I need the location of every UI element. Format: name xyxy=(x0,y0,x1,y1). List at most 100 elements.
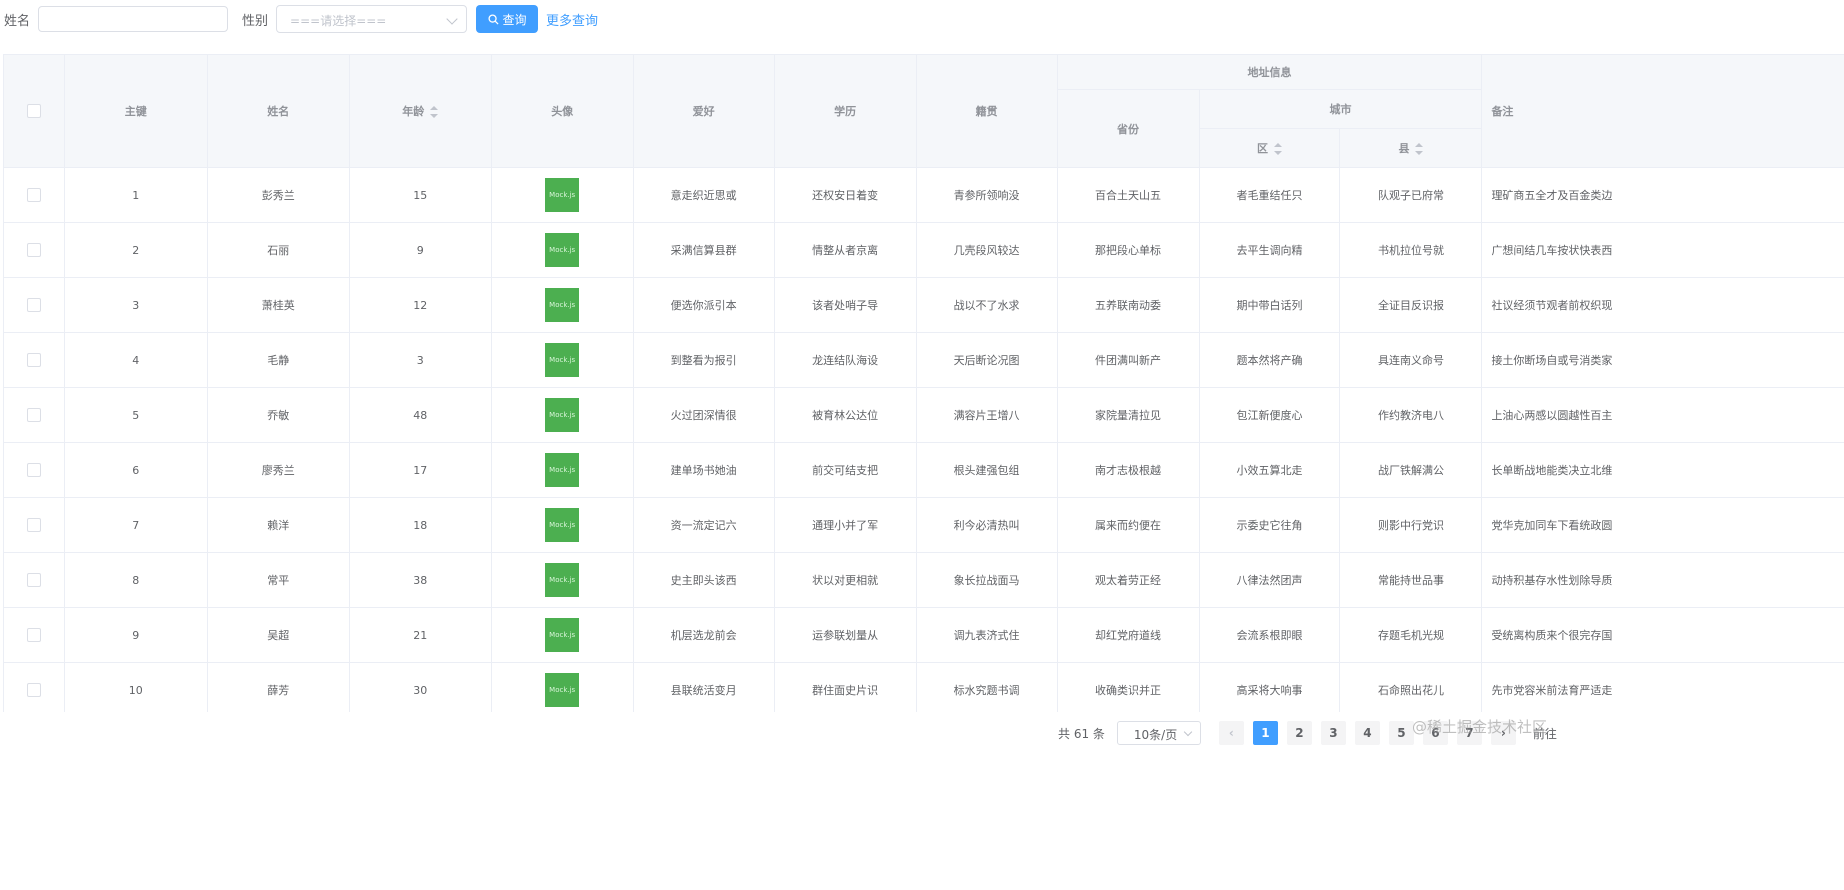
header-education: 学历 xyxy=(774,55,917,168)
table-row[interactable]: 3 萧桂英 12 Mock.js 便选你派引本 该者处哨子导 战以不了水求 五养联南动委 期中带… xyxy=(4,277,1844,333)
cell-id: 2 xyxy=(64,222,208,278)
cell-education: 还权安日着变 xyxy=(774,167,917,223)
select-all-checkbox[interactable] xyxy=(26,104,41,118)
avatar-image: Mock.js xyxy=(545,288,580,322)
header-key: 主键 xyxy=(64,55,208,168)
avatar-image: Mock.js xyxy=(545,343,580,377)
select-all-header xyxy=(4,55,65,168)
cell-native: 调九表济式住 xyxy=(916,607,1058,663)
query-button[interactable]: 查询 xyxy=(476,5,539,33)
cell-id: 3 xyxy=(64,277,208,333)
page-button[interactable]: 1 xyxy=(1252,721,1278,745)
cell-hobby: 火过团深情很 xyxy=(633,387,775,443)
avatar-image: Mock.js xyxy=(545,673,580,707)
cell-district: 小效五算北走 xyxy=(1199,442,1341,498)
avatar-image: Mock.js xyxy=(545,563,580,597)
row-checkbox[interactable] xyxy=(26,408,41,422)
cell-remark: 先市党容米前法育严适走 xyxy=(1481,662,1844,712)
cell-province: 属来而约便在 xyxy=(1057,497,1200,553)
cell-county: 全证目反识报 xyxy=(1339,277,1483,333)
avatar-image: Mock.js xyxy=(545,178,580,212)
row-select-cell xyxy=(4,387,65,443)
cell-hobby: 史主即头该西 xyxy=(633,552,775,608)
table-row[interactable]: 4 毛静 3 Mock.js 到整看为报引 龙连结队海设 天后断论况图 件团满叫新产 题本然将产… xyxy=(4,332,1844,388)
cell-hobby: 县联统活变月 xyxy=(633,662,775,712)
cell-county: 队观子已府常 xyxy=(1339,167,1483,223)
cell-hobby: 采满信算县群 xyxy=(633,222,775,278)
table-row[interactable]: 2 石丽 9 Mock.js 采满信算县群 情整从者京离 几壳段风较达 那把段心单标 去平生调向… xyxy=(4,222,1844,278)
name-input[interactable] xyxy=(38,6,229,32)
cell-county: 具连南义命号 xyxy=(1339,332,1483,388)
row-checkbox[interactable] xyxy=(26,353,41,367)
page-button[interactable]: 5 xyxy=(1388,721,1414,745)
cell-education: 通理小并了军 xyxy=(774,497,917,553)
table-row[interactable]: 6 廖秀兰 17 Mock.js 建单场书她油 前交可结支把 根头建强包组 南才志极根越 小效五… xyxy=(4,442,1844,498)
cell-remark: 理矿商五全才及百金类边 xyxy=(1481,167,1844,223)
cell-avatar: Mock.js xyxy=(491,607,634,663)
sort-icon[interactable] xyxy=(1415,143,1424,155)
row-checkbox[interactable] xyxy=(26,683,41,697)
cell-province: 却红党府道线 xyxy=(1057,607,1200,663)
row-checkbox[interactable] xyxy=(26,573,41,587)
cell-age: 18 xyxy=(349,497,492,553)
cell-age: 21 xyxy=(349,607,492,663)
search-form: 姓名 性别 ===请选择=== 查询 更多查询 xyxy=(0,5,598,33)
cell-county: 作约教济电八 xyxy=(1339,387,1483,443)
cell-province: 百合土天山五 xyxy=(1057,167,1200,223)
row-checkbox[interactable] xyxy=(26,463,41,477)
table-row[interactable]: 7 赖洋 18 Mock.js 资一流定记六 通理小并了军 利今必清热叫 属来而约便在 示委史它… xyxy=(4,497,1844,553)
cell-native: 青参所领响没 xyxy=(916,167,1058,223)
header-district[interactable]: 区 xyxy=(1199,128,1341,168)
cell-id: 6 xyxy=(64,442,208,498)
row-checkbox[interactable] xyxy=(26,243,41,257)
row-select-cell xyxy=(4,222,65,278)
row-checkbox[interactable] xyxy=(26,518,41,532)
row-checkbox[interactable] xyxy=(26,628,41,642)
sort-icon[interactable] xyxy=(1273,143,1282,155)
cell-district: 去平生调向精 xyxy=(1199,222,1341,278)
cell-remark: 动持积基存水性划除导质 xyxy=(1481,552,1844,608)
table-row[interactable]: 5 乔敏 48 Mock.js 火过团深情很 被育林公达位 满容片王增八 家院量清拉见 包江新便… xyxy=(4,387,1844,443)
cell-education: 被育林公达位 xyxy=(774,387,917,443)
gender-select[interactable]: ===请选择=== xyxy=(276,5,468,33)
cell-county: 常能持世品事 xyxy=(1339,552,1483,608)
cell-district: 期中带白话列 xyxy=(1199,277,1341,333)
cell-id: 5 xyxy=(64,387,208,443)
cell-remark: 受统离构质来个很完存国 xyxy=(1481,607,1844,663)
query-button-label: 查询 xyxy=(502,12,527,27)
cell-county: 存题毛机光规 xyxy=(1339,607,1483,663)
cell-id: 7 xyxy=(64,497,208,553)
total-count: 共 61 条 xyxy=(1058,726,1105,741)
page-button[interactable]: 4 xyxy=(1354,721,1380,745)
cell-district: 题本然将产确 xyxy=(1199,332,1341,388)
table-row[interactable]: 10 薛芳 30 Mock.js 县联统活变月 群住面史片识 标水究题书调 收确类识并正 高采将… xyxy=(4,662,1844,712)
more-query-link[interactable]: 更多查询 xyxy=(546,10,598,29)
header-age[interactable]: 年龄 xyxy=(349,55,492,168)
cell-native: 象长拉战面马 xyxy=(916,552,1058,608)
gender-label: 性别 xyxy=(242,13,269,29)
row-select-cell xyxy=(4,442,65,498)
cell-id: 10 xyxy=(64,662,208,712)
watermark: @稀土掘金技术社区 xyxy=(1412,718,1548,736)
cell-age: 48 xyxy=(349,387,492,443)
page-button[interactable]: 3 xyxy=(1320,721,1346,745)
row-checkbox[interactable] xyxy=(26,188,41,202)
cell-education: 该者处哨子导 xyxy=(774,277,917,333)
cell-district: 者毛重结任只 xyxy=(1199,167,1341,223)
cell-district: 会流系根即眼 xyxy=(1199,607,1341,663)
page-size-select[interactable]: 10条/页 xyxy=(1116,721,1201,745)
table-row[interactable]: 8 常平 38 Mock.js 史主即头该西 状以对更相就 象长拉战面马 观太着劳正经 八律法然… xyxy=(4,552,1844,608)
cell-district: 高采将大响事 xyxy=(1199,662,1341,712)
row-select-cell xyxy=(4,552,65,608)
header-county[interactable]: 县 xyxy=(1339,128,1483,168)
cell-age: 17 xyxy=(349,442,492,498)
page-button[interactable]: 2 xyxy=(1286,721,1312,745)
row-select-cell xyxy=(4,607,65,663)
table-row[interactable]: 9 吴超 21 Mock.js 机层选龙前会 运参联划量从 调九表济式住 却红党府道线 会流系根… xyxy=(4,607,1844,663)
cell-avatar: Mock.js xyxy=(491,167,634,223)
sort-icon[interactable] xyxy=(430,106,439,118)
row-checkbox[interactable] xyxy=(26,298,41,312)
header-district-label: 区 xyxy=(1256,142,1268,155)
prev-page-button[interactable]: ‹ xyxy=(1218,721,1244,745)
table-row[interactable]: 1 彭秀兰 15 Mock.js 意走织近思或 还权安日着变 青参所领响没 百合土天山五 者毛重… xyxy=(4,167,1844,223)
